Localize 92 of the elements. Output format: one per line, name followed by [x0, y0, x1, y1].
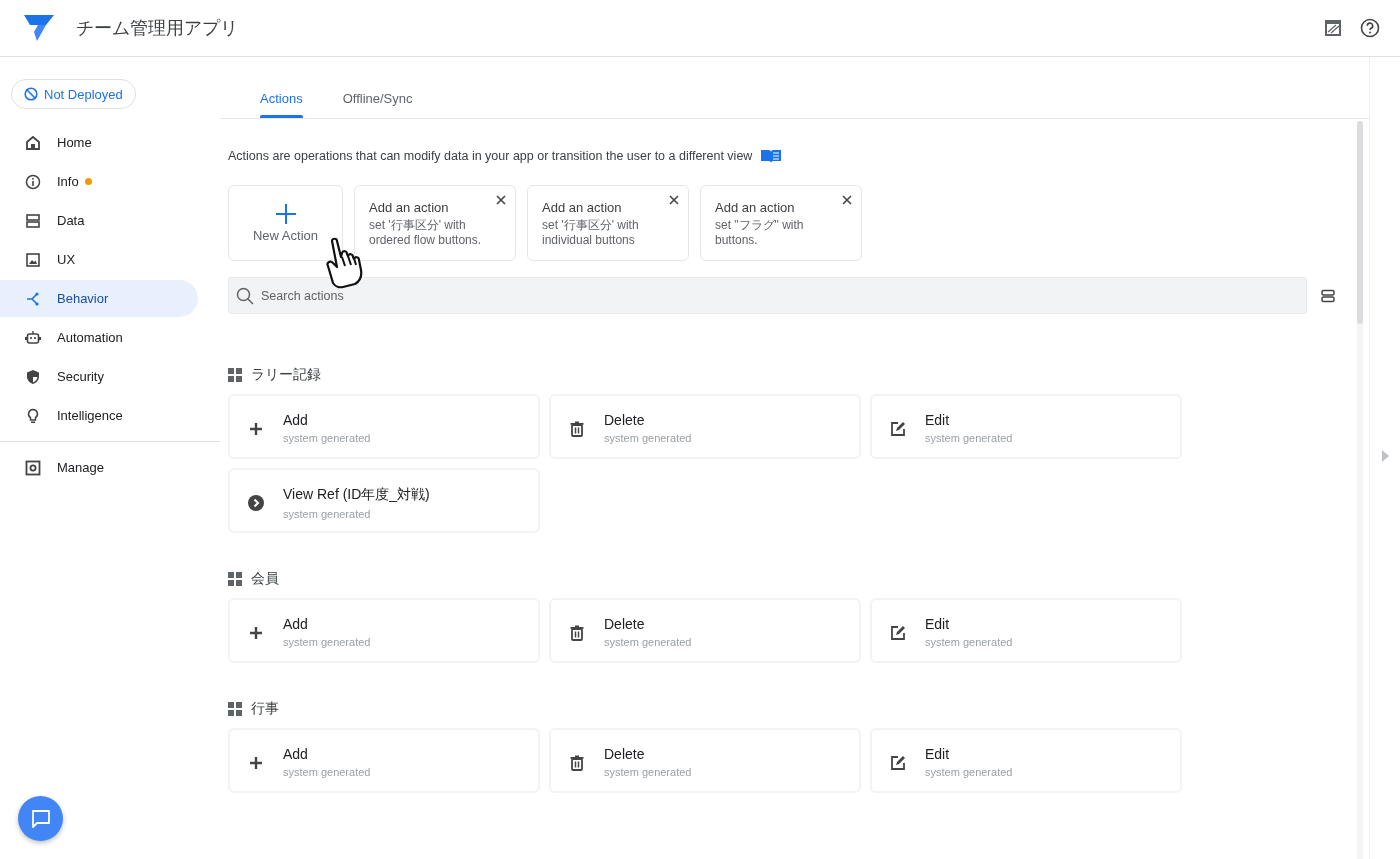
close-icon[interactable] [842, 195, 852, 205]
action-name: Delete [604, 746, 646, 762]
sidebar-item[interactable]: Info [0, 163, 198, 200]
plus-icon [275, 203, 296, 224]
data-icon [24, 211, 42, 230]
table-icon [228, 572, 242, 586]
security-icon [24, 367, 42, 386]
ux-icon [24, 250, 42, 269]
sidebar-item[interactable]: Manage [0, 449, 198, 486]
action-subtitle: system generated [604, 636, 692, 648]
suggestion-title: Add an action [542, 200, 623, 215]
search-field[interactable]: Search actions [228, 277, 1307, 314]
home-icon [24, 133, 42, 152]
action-card[interactable]: Edit system generated [870, 394, 1182, 459]
tab[interactable]: Offline/Sync [322, 91, 433, 118]
table-icon [228, 702, 242, 716]
suggestion-title: Add an action [369, 200, 450, 215]
action-card[interactable]: Delete system generated [549, 728, 861, 793]
deploy-status-button[interactable]: Not Deployed [11, 79, 136, 109]
action-name: Edit [925, 746, 951, 762]
chat-button[interactable] [18, 796, 63, 841]
app-title: チーム管理用アプリ [76, 17, 238, 40]
action-name: Edit [925, 616, 951, 632]
trash-icon [568, 420, 586, 438]
chat-icon [30, 808, 51, 829]
tab[interactable]: Actions [240, 91, 323, 118]
action-subtitle: system generated [283, 766, 371, 778]
app-logo-icon [24, 15, 54, 41]
action-card[interactable]: Add system generated [228, 728, 540, 793]
action-name: Add [283, 412, 309, 428]
book-icon[interactable] [760, 148, 783, 164]
action-subtitle: system generated [283, 508, 372, 520]
sidebar-item[interactable]: Data [0, 202, 198, 239]
sidebar-item[interactable]: Home [0, 124, 198, 161]
scrollbar-thumb[interactable] [1357, 121, 1363, 324]
manage-icon [24, 458, 42, 477]
action-card[interactable]: Delete system generated [549, 394, 861, 459]
trash-icon [568, 754, 586, 772]
action-card[interactable]: Add system generated [228, 394, 540, 459]
action-subtitle: system generated [283, 432, 371, 444]
view-toggle-icon[interactable] [1321, 288, 1335, 303]
sidebar-item[interactable]: Behavior [0, 280, 198, 317]
suggestion-title: Add an action [715, 200, 796, 215]
group-title: ラリー記録 [251, 366, 321, 384]
description-text: Actions are operations that can modify data in your app or transition the user to a different view [228, 149, 753, 163]
suggestion-text: set '行事区分' with individual buttons [542, 218, 640, 248]
sidebar-item[interactable]: UX [0, 241, 198, 278]
action-subtitle: system generated [925, 636, 1013, 648]
plus-icon [247, 754, 265, 772]
action-subtitle: system generated [925, 432, 1013, 444]
action-card[interactable]: View Ref (ID年度_対戦) system generated [228, 468, 540, 533]
suggestion-card[interactable]: Add an action set "フラグ" with buttons. [700, 185, 862, 261]
group-title: 会員 [251, 570, 279, 588]
trash-icon [568, 624, 586, 642]
action-name: Edit [925, 412, 951, 428]
action-card[interactable]: Delete system generated [549, 598, 861, 663]
action-subtitle: system generated [925, 766, 1013, 778]
action-card[interactable]: Edit system generated [870, 598, 1182, 663]
automation-icon [24, 328, 42, 347]
action-card[interactable]: Add system generated [228, 598, 540, 663]
suggestion-card[interactable]: Add an action set '行事区分' with individual buttons [527, 185, 689, 261]
new-action-button[interactable]: New Action [228, 185, 343, 261]
suggestion-text: set "フラグ" with buttons. [715, 218, 805, 248]
close-icon[interactable] [669, 195, 679, 205]
sidebar-item[interactable]: Intelligence [0, 397, 198, 434]
not-deployed-icon [24, 87, 38, 101]
action-name: View Ref (ID年度_対戦) [283, 486, 430, 504]
suggestion-text: set '行事区分' with ordered flow buttons. [369, 218, 483, 248]
plus-icon [247, 420, 265, 438]
action-name: Delete [604, 412, 646, 428]
action-name: Add [283, 616, 309, 632]
action-name: Add [283, 746, 309, 762]
group-title: 行事 [251, 700, 279, 718]
preview-toggle-icon[interactable] [1324, 19, 1342, 37]
action-card[interactable]: Edit system generated [870, 728, 1182, 793]
edit-icon [889, 624, 907, 642]
info-icon [24, 172, 42, 191]
chevron-circle-icon [247, 494, 265, 512]
action-subtitle: system generated [283, 636, 371, 648]
table-icon [228, 368, 242, 382]
action-subtitle: system generated [604, 432, 692, 444]
action-name: Delete [604, 616, 646, 632]
suggestion-card[interactable]: Add an action set '行事区分' with ordered flow buttons. [354, 185, 516, 261]
action-subtitle: system generated [604, 766, 692, 778]
sidebar-item[interactable]: Automation [0, 319, 198, 356]
edit-icon [889, 754, 907, 772]
search-icon [236, 287, 254, 305]
help-icon[interactable] [1360, 18, 1380, 38]
sidebar-item[interactable]: Security [0, 358, 198, 395]
close-icon[interactable] [496, 195, 506, 205]
edit-icon [889, 420, 907, 438]
plus-icon [247, 624, 265, 642]
